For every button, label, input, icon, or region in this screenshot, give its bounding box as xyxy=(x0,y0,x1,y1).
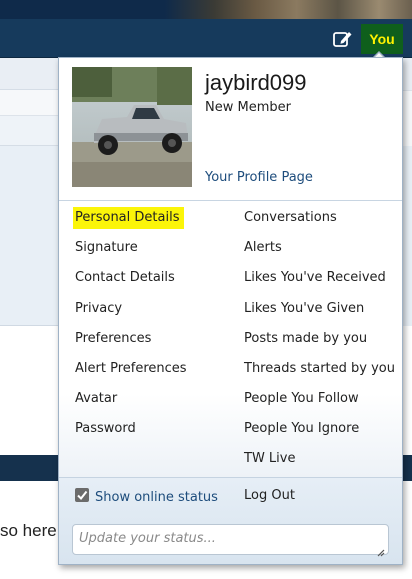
menu-link-preferences[interactable]: Preferences xyxy=(75,331,151,346)
bg-partial-text: so here xyxy=(0,521,57,540)
menu-link-likes-given[interactable]: Likes You've Given xyxy=(244,301,364,316)
username[interactable]: jaybird099 xyxy=(205,70,307,96)
bg-row xyxy=(0,90,60,116)
bg-panel xyxy=(0,146,60,326)
menu-link-password[interactable]: Password xyxy=(75,421,136,436)
menu-links: Personal Details Signature Contact Detai… xyxy=(59,201,402,477)
menu-footer: Show online status Log Out xyxy=(59,477,402,564)
edit-icon[interactable] xyxy=(331,28,355,50)
checkmark-icon xyxy=(77,490,88,501)
bg-row xyxy=(403,58,412,90)
show-online-label[interactable]: Show online status xyxy=(95,490,218,505)
menu-link-tw-live[interactable]: TW Live xyxy=(244,451,295,466)
bg-row xyxy=(403,90,412,146)
logout-link[interactable]: Log Out xyxy=(244,488,295,503)
menu-link-signature[interactable]: Signature xyxy=(75,240,138,255)
show-online-checkbox[interactable] xyxy=(75,488,89,502)
profile-page-link[interactable]: Your Profile Page xyxy=(205,170,313,185)
account-header: jaybird099 New Member Your Profile Page xyxy=(59,58,402,201)
menu-link-likes-received[interactable]: Likes You've Received xyxy=(244,270,386,285)
menu-link-privacy[interactable]: Privacy xyxy=(75,301,122,316)
menu-link-avatar[interactable]: Avatar xyxy=(75,391,117,406)
menu-link-conversations[interactable]: Conversations xyxy=(244,210,337,225)
menu-link-alerts[interactable]: Alerts xyxy=(244,240,282,255)
bg-row xyxy=(0,58,60,90)
menu-link-posts[interactable]: Posts made by you xyxy=(244,331,367,346)
menu-link-personal-details[interactable]: Personal Details xyxy=(73,207,185,229)
header-banner-photo xyxy=(0,0,412,19)
avatar[interactable] xyxy=(72,67,192,187)
menu-link-threads[interactable]: Threads started by you xyxy=(244,361,395,376)
user-title: New Member xyxy=(205,100,291,115)
menu-link-following[interactable]: People You Follow xyxy=(244,391,359,406)
resize-grip-icon[interactable] xyxy=(375,542,385,557)
bg-panel xyxy=(403,146,412,326)
menu-link-alert-preferences[interactable]: Alert Preferences xyxy=(75,361,187,376)
menu-link-contact-details[interactable]: Contact Details xyxy=(75,270,175,285)
account-menu: jaybird099 New Member Your Profile Page … xyxy=(58,57,403,565)
highlight-mark: Personal Details xyxy=(73,207,185,229)
status-input[interactable] xyxy=(72,524,389,555)
menu-link-ignoring[interactable]: People You Ignore xyxy=(244,421,359,436)
you-button[interactable]: You xyxy=(361,24,403,54)
bg-row xyxy=(0,116,60,146)
